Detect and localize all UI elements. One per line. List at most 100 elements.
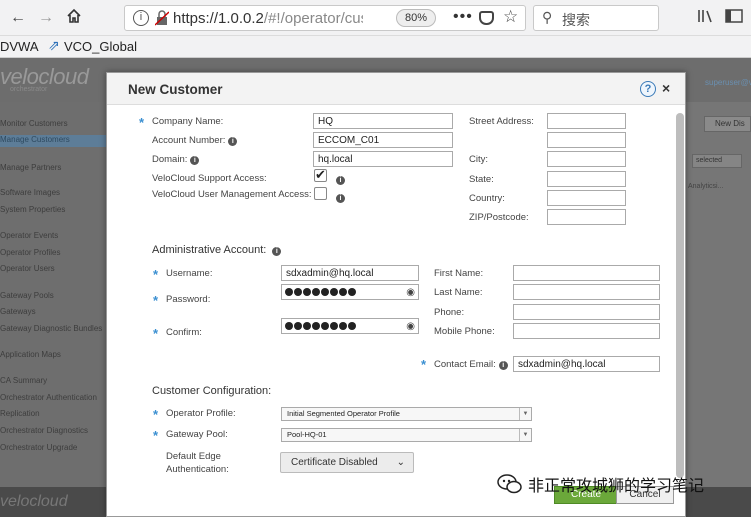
first-name-label: First Name: xyxy=(434,268,484,279)
domain-input[interactable]: hq.local xyxy=(313,151,453,167)
forward-arrow-icon[interactable]: → xyxy=(36,8,56,28)
required-marker: * xyxy=(153,326,159,341)
info-icon[interactable]: i xyxy=(228,137,238,146)
bookmark-vco-global[interactable]: VCO_Global xyxy=(64,39,137,54)
confirm-password-mask xyxy=(285,322,356,330)
admin-account-title: Administrative Account: xyxy=(152,244,267,256)
sidebar: Monitor Customers Manage Customers Manag… xyxy=(0,102,106,487)
info-icon[interactable]: i xyxy=(272,247,282,256)
chevron-down-icon: ▼ xyxy=(519,429,531,441)
sidebar-item[interactable]: Software Images xyxy=(0,188,60,197)
chevron-down-icon: ▼ xyxy=(519,408,531,420)
city-label: City: xyxy=(469,154,488,165)
help-button[interactable]: ? xyxy=(640,81,656,97)
footer-logo: velocloud xyxy=(0,493,68,510)
operator-profile-select[interactable]: Initial Segmented Operator Profile ▼ xyxy=(281,407,532,421)
street-address-2-input[interactable] xyxy=(547,132,626,148)
bookmark-icon: ⇗ xyxy=(48,37,60,53)
sidebar-item[interactable]: Gateway Pools xyxy=(0,291,54,300)
password-mask xyxy=(285,288,356,296)
home-icon[interactable] xyxy=(64,8,84,28)
edge-auth-value: Certificate Disabled xyxy=(291,457,378,468)
domain-label: Domain: i xyxy=(152,154,200,165)
sidebar-item[interactable]: CA Summary xyxy=(0,376,47,385)
sidebar-item[interactable]: System Properties xyxy=(0,205,65,214)
confirm-label: Confirm: xyxy=(166,327,202,338)
wechat-icon xyxy=(497,474,522,494)
site-info-icon[interactable]: i xyxy=(133,10,149,26)
sidebar-item[interactable]: Orchestrator Diagnostics xyxy=(0,426,88,435)
username-label: Username: xyxy=(166,268,213,279)
street-address-1-input[interactable] xyxy=(547,113,626,129)
contact-email-input[interactable]: sdxadmin@hq.local xyxy=(513,356,660,372)
bookmark-dvwa[interactable]: DVWA xyxy=(0,39,39,54)
last-name-input[interactable] xyxy=(513,284,660,300)
company-name-input[interactable]: HQ xyxy=(313,113,453,129)
modal-scrollbar[interactable] xyxy=(676,113,684,478)
support-access-checkbox[interactable] xyxy=(314,167,327,183)
phone-input[interactable] xyxy=(513,304,660,320)
search-placeholder: 搜索 xyxy=(562,12,590,28)
pocket-icon[interactable] xyxy=(479,11,494,25)
close-button[interactable]: × xyxy=(662,80,670,96)
password-input[interactable]: ◉ xyxy=(281,284,419,300)
new-dis-button[interactable]: New Dis xyxy=(704,116,751,132)
gateway-pool-value: Pool-HQ-01 xyxy=(287,430,327,439)
username-input[interactable]: sdxadmin@hq.local xyxy=(281,265,419,281)
operator-profile-label: Operator Profile: xyxy=(166,408,236,419)
sidebar-item-active[interactable]: Manage Customers xyxy=(0,135,106,147)
support-access-label: VeloCloud Support Access: xyxy=(152,173,267,184)
modal-title: New Customer xyxy=(128,82,223,97)
library-icon[interactable] xyxy=(696,8,716,28)
state-label: State: xyxy=(469,174,494,185)
sidebar-item[interactable]: Gateways xyxy=(0,307,36,316)
sidebar-item[interactable]: Orchestrator Authentication xyxy=(0,393,97,402)
company-name-label: Company Name: xyxy=(152,116,224,127)
first-name-input[interactable] xyxy=(513,265,660,281)
state-input[interactable] xyxy=(547,171,626,187)
search-box[interactable]: ⚲ 搜索 xyxy=(533,5,659,31)
account-number-input[interactable]: ECCOM_C01 xyxy=(313,132,453,148)
sidebar-item[interactable]: Gateway Diagnostic Bundles xyxy=(0,324,102,333)
sidebar-item[interactable]: Replication xyxy=(0,409,40,418)
sidebar-item[interactable]: Orchestrator Upgrade xyxy=(0,443,77,452)
zip-input[interactable] xyxy=(547,209,626,225)
city-input[interactable] xyxy=(547,151,626,167)
required-marker: * xyxy=(153,267,159,282)
admin-account-section: Administrative Account: i xyxy=(152,244,282,256)
account-number-label: Account Number: i xyxy=(152,135,238,146)
bookmark-star-icon[interactable]: ☆ xyxy=(503,7,518,27)
user-mgmt-checkbox[interactable] xyxy=(314,187,327,200)
sidebar-item[interactable]: Operator Profiles xyxy=(0,248,60,257)
sidebar-item[interactable]: Application Maps xyxy=(0,350,61,359)
current-user[interactable]: superuser@v xyxy=(705,78,751,87)
info-icon[interactable]: i xyxy=(336,176,345,185)
chevron-down-icon: ⌄ xyxy=(396,457,405,468)
selected-dropdown[interactable]: selected xyxy=(692,154,742,168)
info-icon[interactable]: i xyxy=(336,194,345,203)
url-text: https://1.0.0.2/#!/operator/custo xyxy=(173,10,363,27)
street-address-label: Street Address: xyxy=(469,116,534,127)
show-password-icon[interactable]: ◉ xyxy=(406,287,415,298)
sidebar-item[interactable]: Operator Users xyxy=(0,264,55,273)
edge-auth-dropdown[interactable]: Certificate Disabled ⌄ xyxy=(280,452,414,473)
url-bar[interactable]: i https://1.0.0.2/#!/operator/custo 80% … xyxy=(124,5,526,31)
watermark-text: 非正常攻城狮的学习笔记 xyxy=(528,476,705,495)
confirm-password-input[interactable]: ◉ xyxy=(281,318,419,334)
new-customer-modal: New Customer ? × * Company Name: HQ Acco… xyxy=(106,72,686,517)
country-input[interactable] xyxy=(547,190,626,206)
sidebar-toggle-icon[interactable] xyxy=(724,8,744,28)
info-icon[interactable]: i xyxy=(190,156,200,165)
edge-auth-label-line-2: Authentication: xyxy=(166,464,229,475)
country-label: Country: xyxy=(469,193,505,204)
page-actions-icon[interactable]: ••• xyxy=(453,8,473,26)
info-icon[interactable]: i xyxy=(498,361,508,370)
mobile-phone-input[interactable] xyxy=(513,323,660,339)
back-arrow-icon[interactable]: ← xyxy=(8,8,28,28)
gateway-pool-select[interactable]: Pool-HQ-01 ▼ xyxy=(281,428,532,442)
sidebar-item[interactable]: Monitor Customers xyxy=(0,119,68,128)
sidebar-item[interactable]: Operator Events xyxy=(0,231,58,240)
show-password-icon[interactable]: ◉ xyxy=(406,321,415,332)
sidebar-item[interactable]: Manage Partners xyxy=(0,163,61,172)
zoom-level[interactable]: 80% xyxy=(396,9,436,27)
